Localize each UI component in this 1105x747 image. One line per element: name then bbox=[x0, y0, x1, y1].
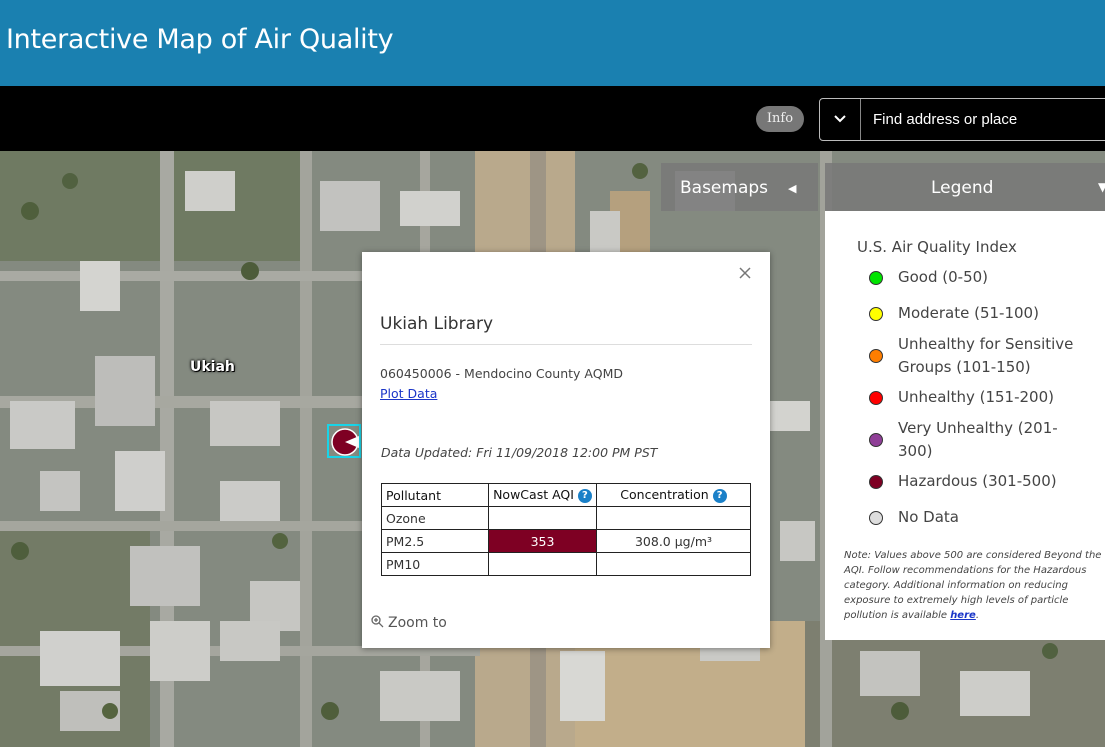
zoom-in-icon bbox=[371, 615, 384, 628]
app-header: Interactive Map of Air Quality bbox=[0, 0, 1105, 86]
legend-item-label: Hazardous (301-500) bbox=[898, 472, 1057, 490]
pollutant-cell: PM2.5 bbox=[381, 529, 489, 553]
triangle-left-icon: ◀ bbox=[788, 182, 797, 195]
city-label: Ukiah bbox=[190, 359, 235, 375]
search-dropdown-button[interactable] bbox=[820, 99, 861, 140]
search-input[interactable]: Find address or place bbox=[873, 111, 1017, 128]
site-id: 060450006 - Mendocino County AQMD bbox=[380, 366, 623, 381]
data-updated: Data Updated: Fri 11/09/2018 12:00 PM PS… bbox=[381, 445, 658, 460]
header-nowcast-aqi-label: NowCast AQI bbox=[493, 487, 574, 502]
table-row: PM2.5 353 308.0 µg/m³ bbox=[381, 529, 751, 553]
header-pollutant: Pollutant bbox=[381, 483, 489, 507]
concentration-cell bbox=[596, 552, 751, 576]
aqi-cell bbox=[488, 506, 597, 530]
legend-item-label: Unhealthy (151-200) bbox=[898, 388, 1054, 406]
tab-legend-label: Legend bbox=[931, 178, 994, 198]
zoom-to-button[interactable]: Zoom to bbox=[371, 615, 447, 631]
legend-item-label: Good (0-50) bbox=[898, 268, 989, 286]
legend-item-label: Very Unhealthy (201-300) bbox=[898, 419, 1058, 460]
info-button[interactable]: Info bbox=[756, 106, 804, 132]
aqi-cell bbox=[488, 552, 597, 576]
triangle-down-icon: ▼ bbox=[1098, 180, 1105, 194]
legend-item-label: Unhealthy for Sensitive Groups (101-150) bbox=[898, 335, 1074, 376]
zoom-to-label: Zoom to bbox=[388, 615, 447, 631]
legend-note: Note: Values above 500 are considered Be… bbox=[844, 548, 1105, 623]
legend-item-label: Moderate (51-100) bbox=[898, 304, 1039, 322]
aqi-color-dot bbox=[869, 511, 883, 525]
aqi-color-dot bbox=[869, 349, 883, 363]
header-concentration-label: Concentration bbox=[620, 487, 709, 502]
table-header-row: Pollutant NowCast AQI ? Concentration ? bbox=[381, 483, 751, 507]
tab-basemaps-label: Basemaps bbox=[680, 178, 769, 198]
header-nowcast-aqi: NowCast AQI ? bbox=[488, 483, 597, 507]
aqi-color-dot bbox=[869, 475, 883, 489]
legend-note-link[interactable]: here bbox=[950, 610, 976, 621]
popup-divider bbox=[380, 344, 752, 345]
table-row: PM10 bbox=[381, 552, 751, 576]
pollutant-cell: Ozone bbox=[381, 506, 489, 530]
plot-data-link[interactable]: Plot Data bbox=[380, 386, 437, 401]
aqi-color-dot bbox=[869, 391, 883, 405]
tab-basemaps[interactable]: Basemaps ◀ bbox=[661, 163, 818, 211]
aqi-color-dot bbox=[869, 433, 883, 447]
chevron-down-icon bbox=[834, 115, 846, 123]
help-icon[interactable]: ? bbox=[577, 489, 592, 503]
header-concentration: Concentration ? bbox=[596, 483, 751, 507]
site-popup: Ukiah Library 060450006 - Mendocino Coun… bbox=[362, 252, 770, 648]
concentration-cell bbox=[596, 506, 751, 530]
concentration-cell: 308.0 µg/m³ bbox=[596, 529, 751, 553]
aqi-cell: 353 bbox=[488, 529, 597, 553]
pollutant-cell: PM10 bbox=[381, 552, 489, 576]
aqi-color-dot bbox=[869, 271, 883, 285]
search-box[interactable]: Find address or place bbox=[819, 98, 1105, 141]
legend-heading: U.S. Air Quality Index bbox=[857, 238, 1017, 256]
app-title: Interactive Map of Air Quality bbox=[6, 24, 394, 55]
aqi-color-dot bbox=[869, 307, 883, 321]
pollutant-table: Pollutant NowCast AQI ? Concentration ? … bbox=[381, 483, 751, 576]
popup-title: Ukiah Library bbox=[380, 314, 494, 334]
close-icon[interactable] bbox=[738, 266, 752, 280]
hazardous-monitor-icon bbox=[331, 428, 359, 456]
tab-legend[interactable]: Legend ▼ bbox=[825, 163, 1105, 211]
table-row: Ozone bbox=[381, 506, 751, 530]
legend-note-end: . bbox=[975, 610, 979, 621]
help-icon[interactable]: ? bbox=[712, 489, 727, 503]
monitor-marker[interactable] bbox=[327, 424, 361, 458]
legend-item-label: No Data bbox=[898, 508, 959, 526]
legend-panel: U.S. Air Quality Index Good (0-50) Moder… bbox=[825, 211, 1105, 640]
